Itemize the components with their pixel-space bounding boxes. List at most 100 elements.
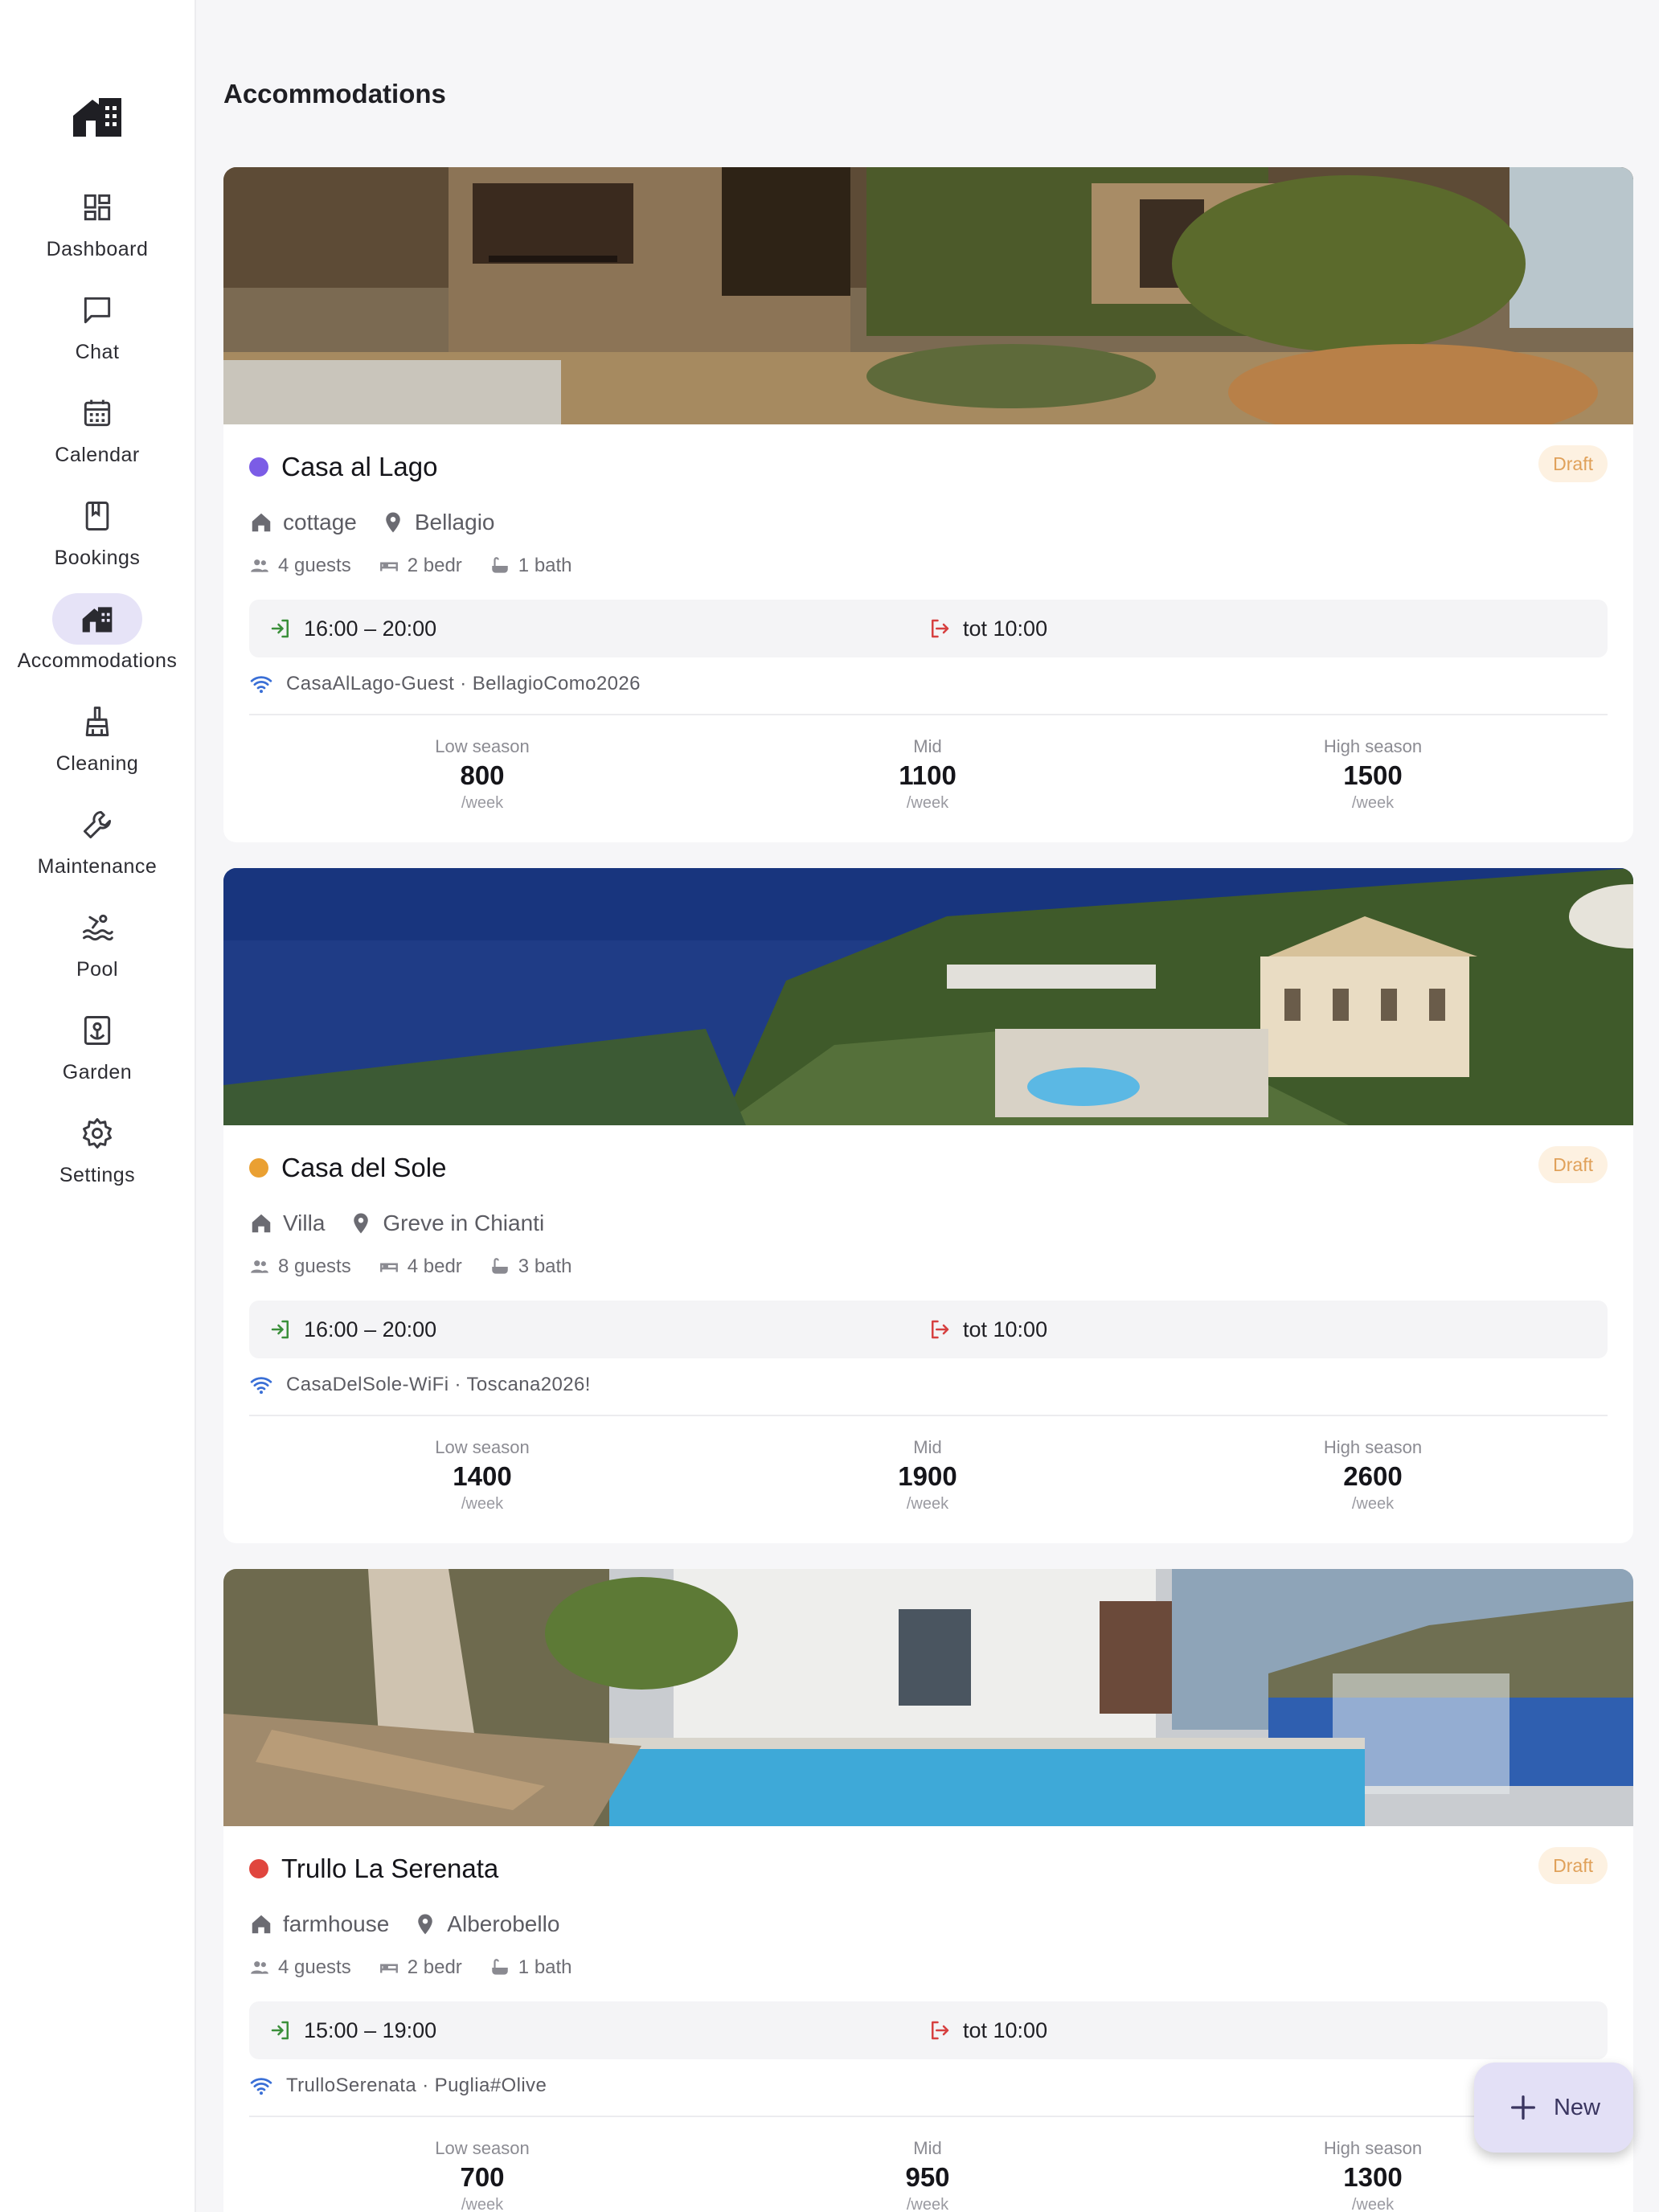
- status-dot: [249, 1859, 268, 1878]
- sidebar-item-label: Bookings: [54, 547, 141, 569]
- location-pin-icon: [354, 1213, 369, 1234]
- home-icon: [252, 1214, 271, 1233]
- bath-count: 1 bath: [518, 1956, 572, 1978]
- login-icon: [271, 619, 289, 638]
- status-badge: Draft: [1538, 445, 1608, 482]
- bedroom-count: 4 bedr: [407, 1256, 462, 1277]
- price-mid-season: Mid 1100 /week: [899, 736, 956, 812]
- price-low-season: Low season 1400 /week: [435, 1437, 530, 1513]
- sidebar-item-label: Maintenance: [37, 855, 158, 878]
- plus-icon: [1510, 2095, 1535, 2120]
- sidebar-item-label: Garden: [62, 1061, 133, 1083]
- bed-icon: [379, 562, 398, 571]
- gear-icon: [83, 1118, 112, 1149]
- bath-count: 1 bath: [518, 555, 572, 576]
- sidebar-item-label: Pool: [76, 958, 119, 981]
- accommodation-card[interactable]: Casa al Lago Draft cottage Bellagio 4 gu…: [223, 167, 1633, 842]
- price-mid-season: Mid 950 /week: [905, 2138, 950, 2212]
- price-low-season: Low season 800 /week: [435, 736, 530, 812]
- sidebar-item-bookings[interactable]: Bookings: [0, 490, 195, 579]
- accommodation-photo: [223, 1569, 1633, 1826]
- sidebar-item-calendar[interactable]: Calendar: [0, 387, 195, 476]
- dashboard-icon: [84, 194, 111, 221]
- status-dot: [249, 1158, 268, 1178]
- guest-count: 4 guests: [278, 555, 351, 576]
- sidebar-item-maintenance[interactable]: Maintenance: [0, 799, 195, 887]
- price-high-season: High season 1300 /week: [1323, 2138, 1423, 2212]
- checkin-time: 15:00 – 19:00: [304, 2017, 437, 2042]
- divider: [249, 714, 1608, 715]
- broom-icon: [85, 707, 109, 736]
- sidebar-item-chat[interactable]: Chat: [0, 285, 195, 373]
- home-icon: [252, 513, 271, 532]
- status-badge: Draft: [1538, 1847, 1608, 1884]
- bedroom-count: 2 bedr: [407, 1956, 462, 1978]
- sidebar-item-dashboard[interactable]: Dashboard: [0, 182, 195, 270]
- price-mid-season: Mid 1900 /week: [898, 1437, 957, 1513]
- pool-icon: [83, 914, 113, 941]
- location-pin-icon: [418, 1914, 433, 1935]
- app-logo-icon[interactable]: [72, 95, 123, 137]
- accommodation-photo: [223, 868, 1633, 1125]
- wifi-credentials: TrulloSerenata · Puglia#Olive: [286, 2075, 547, 2096]
- page-title: Accommodations: [223, 79, 446, 109]
- logout-icon: [932, 1320, 949, 1339]
- bed-icon: [379, 1263, 398, 1272]
- sidebar-item-settings[interactable]: Settings: [0, 1108, 195, 1196]
- accommodation-location: Alberobello: [447, 1911, 560, 1936]
- sidebar-item-label: Settings: [59, 1164, 136, 1186]
- divider: [249, 1415, 1608, 1416]
- accommodation-type: Villa: [283, 1210, 326, 1235]
- bedroom-count: 2 bedr: [407, 555, 462, 576]
- house-icon: [82, 607, 113, 633]
- bath-count: 3 bath: [518, 1256, 572, 1277]
- checkout-time: tot 10:00: [963, 616, 1048, 641]
- checkin-time: 16:00 – 20:00: [304, 1317, 437, 1342]
- sidebar-item-accommodations[interactable]: Accommodations: [0, 593, 195, 682]
- login-icon: [271, 2021, 289, 2040]
- accommodation-photo: [223, 167, 1633, 424]
- wifi-credentials: CasaDelSole-WiFi · Toscana2026!: [286, 1374, 591, 1395]
- accommodation-card[interactable]: Casa del Sole Draft Villa Greve in Chian…: [223, 868, 1633, 1543]
- garden-icon: [84, 1016, 111, 1045]
- checkin-checkout-box: 15:00 – 19:00 tot 10:00: [249, 2001, 1608, 2059]
- divider: [249, 2116, 1608, 2117]
- login-icon: [271, 1320, 289, 1339]
- sidebar-item-pool[interactable]: Pool: [0, 902, 195, 990]
- calendar-icon: [84, 399, 111, 427]
- sidebar-item-cleaning[interactable]: Cleaning: [0, 696, 195, 784]
- accommodation-location: Bellagio: [414, 510, 495, 535]
- bathtub-icon: [492, 1258, 508, 1274]
- wifi-icon: [250, 2078, 272, 2095]
- price-high-season: High season 1500 /week: [1323, 736, 1423, 812]
- wrench-icon: [83, 810, 112, 839]
- sidebar-item-garden[interactable]: Garden: [0, 1005, 195, 1093]
- checkout-time: tot 10:00: [963, 2017, 1048, 2042]
- sidebar-item-label: Accommodations: [17, 649, 178, 672]
- checkin-checkout-box: 16:00 – 20:00 tot 10:00: [249, 1301, 1608, 1358]
- wifi-credentials: CasaAlLago-Guest · BellagioComo2026: [286, 673, 641, 694]
- accommodation-card[interactable]: Trullo La Serenata Draft farmhouse Alber…: [223, 1569, 1633, 2212]
- bathtub-icon: [492, 1959, 508, 1975]
- bed-icon: [379, 1964, 398, 1973]
- guests-icon: [251, 1961, 268, 1974]
- chat-icon: [84, 297, 111, 324]
- guests-icon: [251, 559, 268, 572]
- wifi-icon: [250, 1377, 272, 1395]
- logout-icon: [932, 619, 949, 638]
- guest-count: 4 guests: [278, 1956, 351, 1978]
- accommodation-name: Casa al Lago: [281, 452, 438, 481]
- price-high-season: High season 2600 /week: [1323, 1437, 1423, 1513]
- logout-icon: [932, 2021, 949, 2040]
- accommodation-location: Greve in Chianti: [383, 1210, 545, 1235]
- home-icon: [252, 1915, 271, 1934]
- new-accommodation-button[interactable]: New: [1474, 2062, 1633, 2153]
- accommodation-name: Trullo La Serenata: [281, 1854, 499, 1883]
- sidebar-item-label: Chat: [75, 341, 120, 363]
- guest-count: 8 guests: [278, 1256, 351, 1277]
- sidebar-item-label: Calendar: [55, 444, 140, 466]
- book-icon: [85, 502, 109, 530]
- guests-icon: [251, 1260, 268, 1273]
- checkin-time: 16:00 – 20:00: [304, 616, 437, 641]
- price-low-season: Low season 700 /week: [435, 2138, 530, 2212]
